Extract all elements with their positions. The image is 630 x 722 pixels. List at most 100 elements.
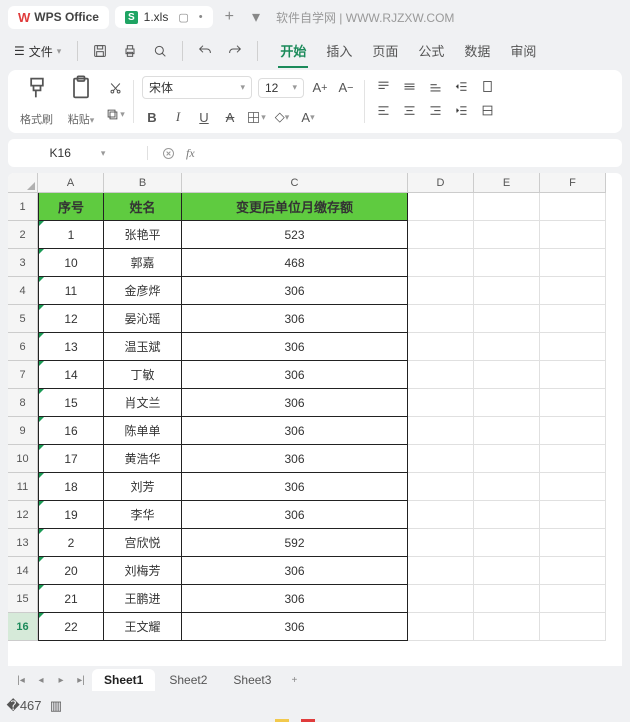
- cell[interactable]: [408, 529, 474, 557]
- wrap-text-icon[interactable]: [477, 100, 497, 120]
- undo-icon[interactable]: [193, 39, 217, 63]
- increase-font-icon[interactable]: A+: [310, 78, 330, 98]
- cell[interactable]: [474, 221, 540, 249]
- cell[interactable]: [408, 501, 474, 529]
- cell[interactable]: [408, 445, 474, 473]
- cell-amount[interactable]: 306: [182, 473, 408, 501]
- cell[interactable]: [540, 557, 606, 585]
- cell[interactable]: [474, 473, 540, 501]
- cell-amount[interactable]: 306: [182, 389, 408, 417]
- font-name-select[interactable]: 宋体▾: [142, 76, 252, 99]
- row-header-1[interactable]: 1: [8, 193, 38, 221]
- new-tab-button[interactable]: +: [219, 8, 240, 26]
- app-logo[interactable]: W WPS Office: [8, 6, 109, 29]
- cell-name[interactable]: 黄浩华: [104, 445, 182, 473]
- sheet-tab-2[interactable]: Sheet2: [157, 669, 219, 691]
- select-all-corner[interactable]: [8, 173, 38, 193]
- orientation-icon[interactable]: [477, 76, 497, 96]
- row-header-8[interactable]: 8: [8, 389, 38, 417]
- cell-name[interactable]: 丁敏: [104, 361, 182, 389]
- font-size-select[interactable]: 12▾: [258, 78, 304, 98]
- cell[interactable]: [540, 193, 606, 221]
- print-icon[interactable]: [118, 39, 142, 63]
- file-menu[interactable]: ☰ 文件 ▾: [8, 39, 67, 64]
- sheet-nav-first[interactable]: |◂: [12, 671, 30, 689]
- cell[interactable]: [408, 473, 474, 501]
- cell-amount[interactable]: 306: [182, 305, 408, 333]
- cell[interactable]: [540, 305, 606, 333]
- cell-seq[interactable]: 18: [38, 473, 104, 501]
- cell[interactable]: [408, 557, 474, 585]
- font-color-icon[interactable]: A▾: [298, 107, 318, 127]
- cell-name[interactable]: 王文耀: [104, 613, 182, 641]
- cell-name[interactable]: 张艳平: [104, 221, 182, 249]
- row-header-14[interactable]: 14: [8, 557, 38, 585]
- cell-name[interactable]: 温玉斌: [104, 333, 182, 361]
- cell[interactable]: [474, 529, 540, 557]
- tab-start[interactable]: 开始: [278, 35, 308, 68]
- cell[interactable]: [474, 305, 540, 333]
- cell-seq[interactable]: 13: [38, 333, 104, 361]
- fx-label[interactable]: fx: [186, 146, 195, 161]
- cell[interactable]: [540, 445, 606, 473]
- cell[interactable]: [540, 249, 606, 277]
- column-header-E[interactable]: E: [474, 173, 540, 193]
- cell[interactable]: [540, 613, 606, 641]
- cell[interactable]: [540, 361, 606, 389]
- cell[interactable]: [540, 529, 606, 557]
- cell[interactable]: [474, 389, 540, 417]
- cell-amount[interactable]: 523: [182, 221, 408, 249]
- cell-name[interactable]: 刘芳: [104, 473, 182, 501]
- column-header-C[interactable]: C: [182, 173, 408, 193]
- bold-icon[interactable]: B: [142, 107, 162, 127]
- cell[interactable]: [540, 389, 606, 417]
- sheet-nav-prev[interactable]: ◂: [32, 671, 50, 689]
- sheet-nav-last[interactable]: ▸|: [72, 671, 90, 689]
- row-header-2[interactable]: 2: [8, 221, 38, 249]
- cell[interactable]: [408, 585, 474, 613]
- cell-amount[interactable]: 306: [182, 361, 408, 389]
- copy-icon[interactable]: ▾: [105, 105, 125, 125]
- print-preview-icon[interactable]: [148, 39, 172, 63]
- cell[interactable]: [540, 333, 606, 361]
- column-header-A[interactable]: A: [38, 173, 104, 193]
- cell-name[interactable]: 李华: [104, 501, 182, 529]
- cell-amount[interactable]: 306: [182, 557, 408, 585]
- row-header-16[interactable]: 16: [8, 613, 38, 641]
- cell[interactable]: [474, 557, 540, 585]
- cell-seq[interactable]: 16: [38, 417, 104, 445]
- row-header-4[interactable]: 4: [8, 277, 38, 305]
- cell[interactable]: [408, 221, 474, 249]
- cell-name[interactable]: 王鹏进: [104, 585, 182, 613]
- cell[interactable]: [408, 277, 474, 305]
- cell-seq[interactable]: 2: [38, 529, 104, 557]
- cell-amount[interactable]: 306: [182, 445, 408, 473]
- cell-seq[interactable]: 15: [38, 389, 104, 417]
- redo-icon[interactable]: [223, 39, 247, 63]
- cell[interactable]: [540, 501, 606, 529]
- row-header-6[interactable]: 6: [8, 333, 38, 361]
- align-bottom-icon[interactable]: [425, 76, 445, 96]
- header-cell-amount[interactable]: 变更后单位月缴存额: [182, 193, 408, 221]
- cell[interactable]: [408, 249, 474, 277]
- spreadsheet-grid[interactable]: ABCDEF1序号姓名变更后单位月缴存额21张艳平523310郭嘉468411金…: [8, 173, 622, 666]
- tab-menu-button[interactable]: ▾: [246, 7, 266, 27]
- cell[interactable]: [408, 193, 474, 221]
- cell-amount[interactable]: 468: [182, 249, 408, 277]
- cell-name[interactable]: 晏沁瑶: [104, 305, 182, 333]
- tab-page[interactable]: 页面: [370, 35, 400, 68]
- sheet-tab-3[interactable]: Sheet3: [221, 669, 283, 691]
- file-tab[interactable]: S 1.xls ▢ •: [115, 6, 213, 28]
- cell-address-box[interactable]: K16▾: [8, 146, 148, 160]
- cell-seq[interactable]: 1: [38, 221, 104, 249]
- cell-name[interactable]: 肖文兰: [104, 389, 182, 417]
- row-header-5[interactable]: 5: [8, 305, 38, 333]
- sheet-tab-1[interactable]: Sheet1: [92, 669, 155, 691]
- cell-name[interactable]: 金彦烨: [104, 277, 182, 305]
- row-header-12[interactable]: 12: [8, 501, 38, 529]
- paste-group[interactable]: 粘贴▾: [63, 76, 99, 127]
- tab-formula[interactable]: 公式: [416, 35, 446, 68]
- row-header-3[interactable]: 3: [8, 249, 38, 277]
- cell[interactable]: [408, 333, 474, 361]
- cell-seq[interactable]: 11: [38, 277, 104, 305]
